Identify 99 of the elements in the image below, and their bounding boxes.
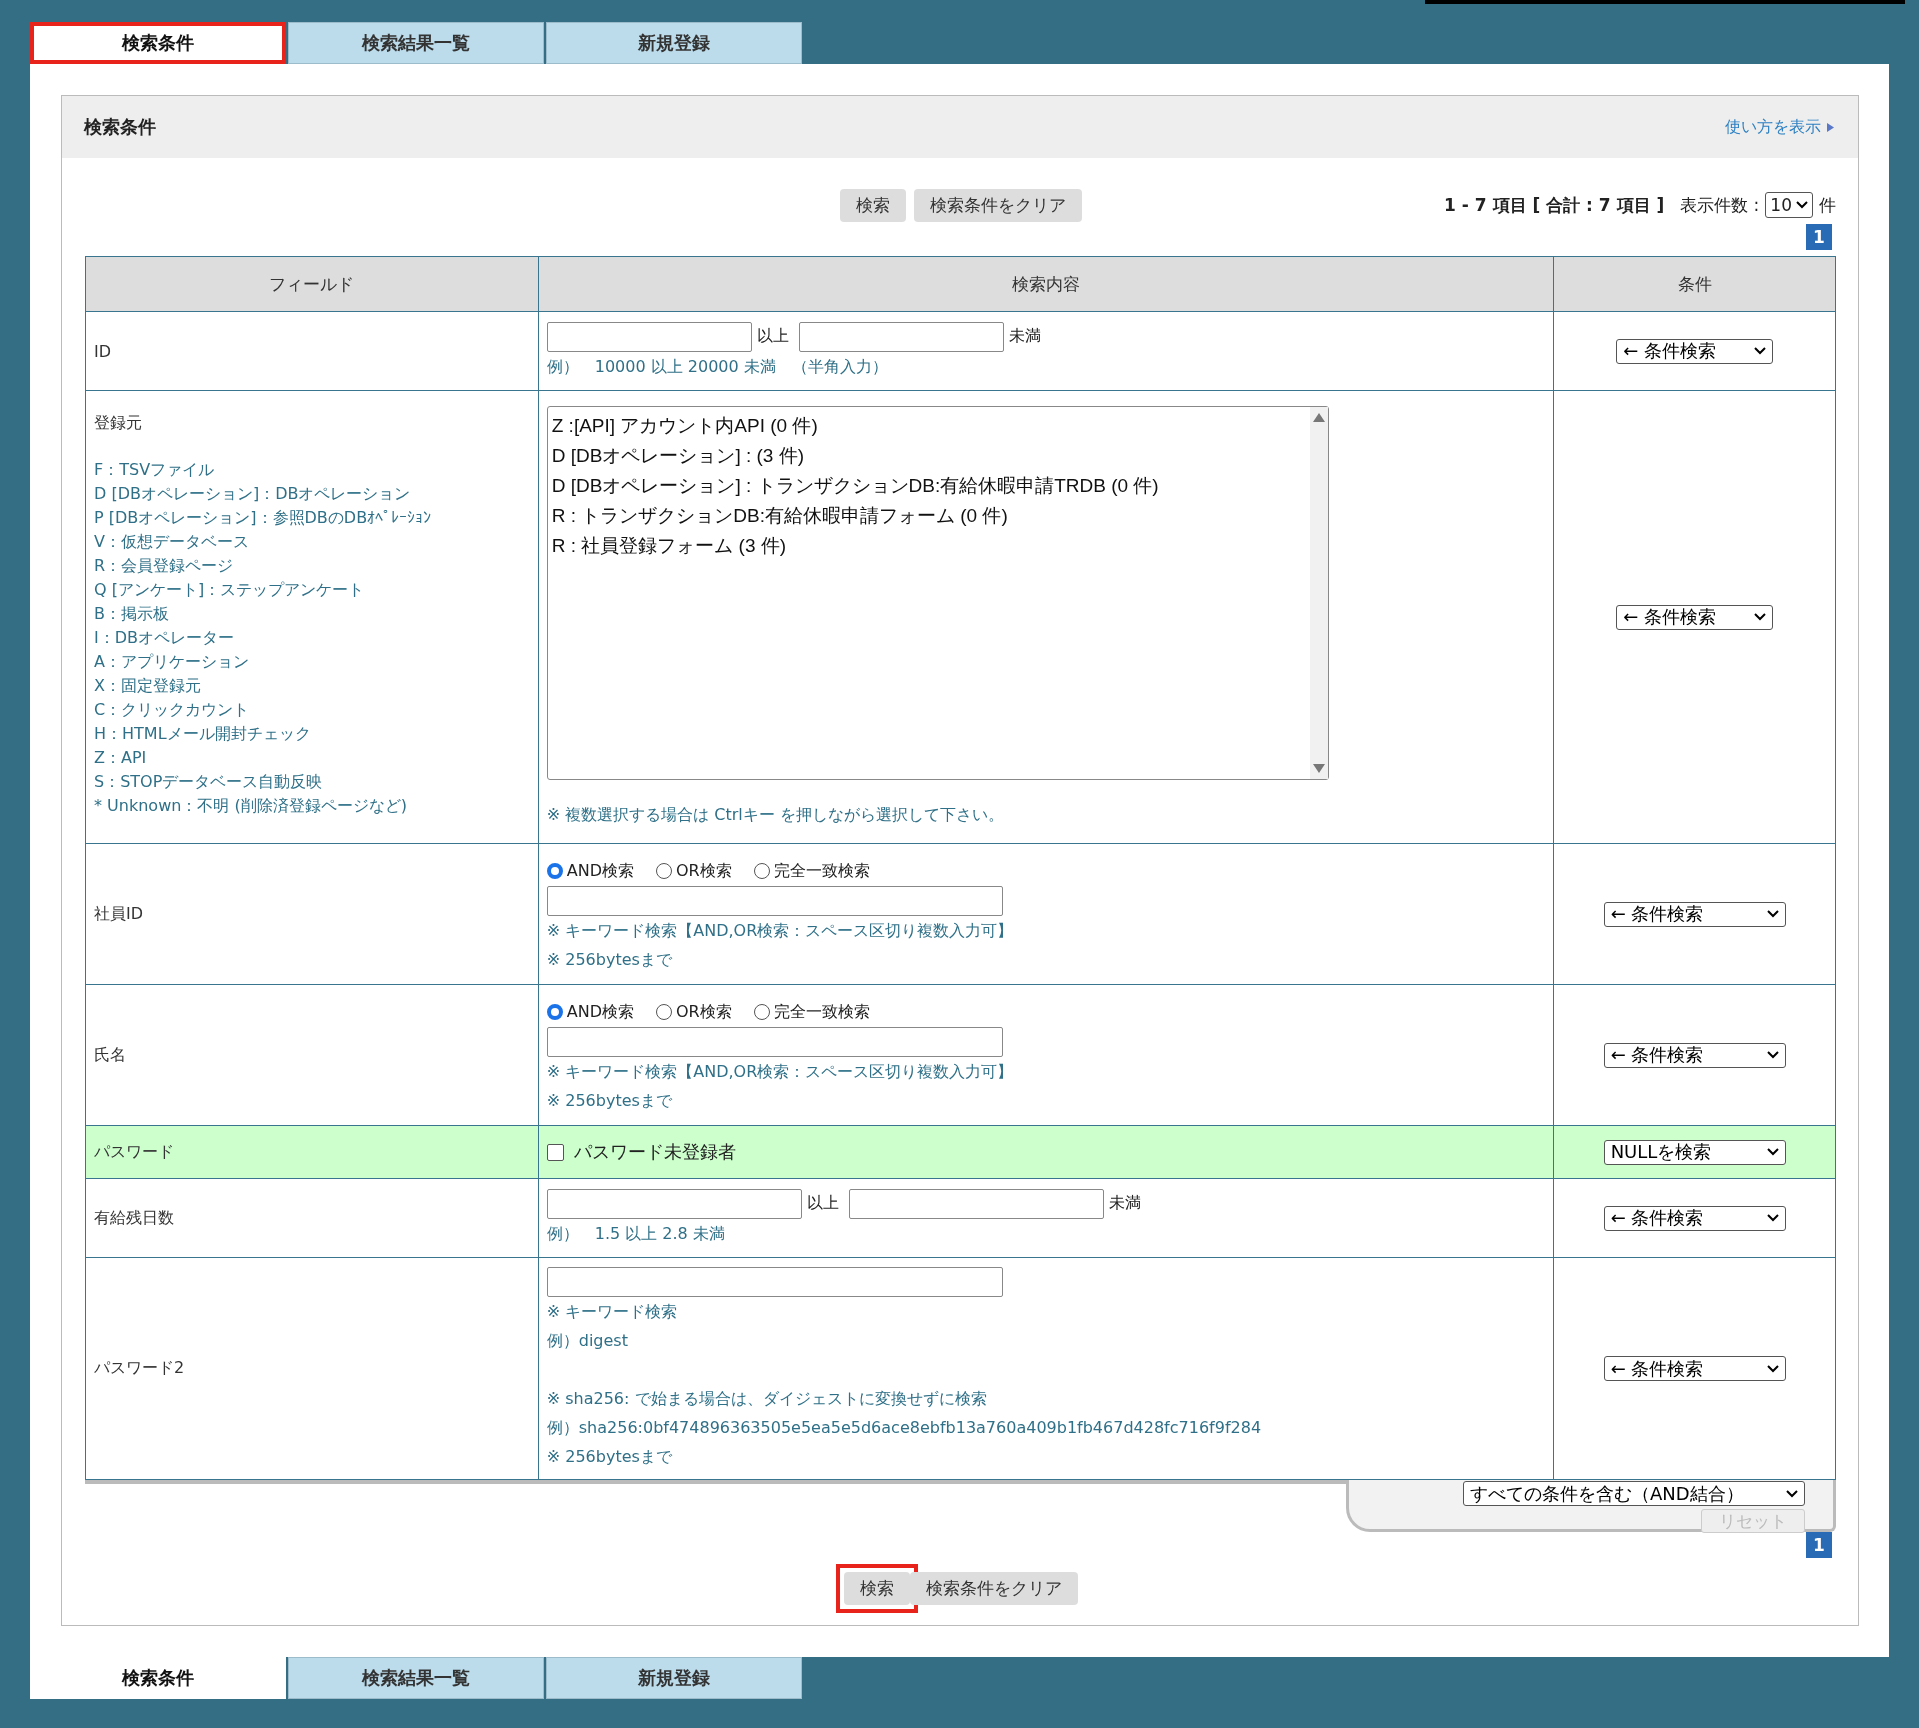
chevron-icon (1766, 1148, 1779, 1156)
radio-option[interactable]: 完全一致検索 (753, 860, 870, 882)
field-label: ID (94, 341, 113, 361)
chevron-icon (1796, 201, 1808, 209)
to-field[interactable] (798, 321, 1004, 352)
note-text: ※ 256bytesまで (546, 1445, 673, 1468)
form-button[interactable]: 検索 (839, 188, 906, 222)
listbox-option[interactable]: R : トランザクションDB:有給休暇申請フォーム (0 件) (551, 500, 1306, 531)
tab[interactable]: 新規登録 (546, 22, 802, 64)
note-text: ※ 256bytesまで (546, 948, 673, 971)
to-field[interactable] (848, 1188, 1104, 1219)
condition-select[interactable]: NULLを検索 (1603, 1139, 1786, 1165)
triangle-icon (1827, 122, 1834, 132)
chevron-icon (1754, 613, 1767, 621)
tab[interactable]: 検索結果一覧 (288, 1657, 544, 1699)
form-button[interactable]: 検索 (843, 1572, 910, 1605)
radio-option[interactable]: AND検索 (546, 1001, 634, 1023)
note-text: ※ 256bytesまで (546, 1089, 673, 1112)
hint-text: 例） 10000 以上 20000 未満 （半角入力） (546, 355, 889, 378)
chevron-icon (1766, 910, 1779, 918)
radio-option[interactable]: OR検索 (655, 860, 732, 882)
legend-item: H：HTMLメール開封チェック (94, 723, 312, 745)
tab[interactable]: 検索条件 (30, 22, 286, 64)
chevron-icon (1766, 1051, 1779, 1059)
combine-select[interactable]: すべての条件を含む（AND結合） (1463, 1481, 1805, 1506)
chevron-icon (1766, 1214, 1779, 1222)
legend-item: S：STOPデータベース自動反映 (94, 771, 324, 793)
tab[interactable]: 新規登録 (546, 1657, 802, 1699)
keyword-field[interactable] (546, 1026, 1003, 1057)
legend-item: B：掲示板 (94, 603, 170, 625)
result-summary: 1 - 7 項目 [ 合計 : 7 項目 ] (1444, 193, 1665, 217)
from-field[interactable] (546, 1188, 802, 1219)
to-suffix: 未満 (1108, 1193, 1141, 1214)
legend-item: * Unknown：不明 (削除済登録ページなど) (94, 795, 408, 817)
help-link[interactable]: 使い方を表示 (1725, 116, 1821, 138)
condition-select[interactable]: ← 条件検索 (1603, 1356, 1786, 1381)
legend-item: Q [アンケート]：ステップアンケート (94, 579, 366, 601)
scrollbar[interactable] (1309, 406, 1328, 779)
form-button[interactable]: 検索条件をクリア (913, 188, 1082, 222)
keyword-field[interactable] (546, 1266, 1003, 1297)
note-text: ※ 複数選択する場合は Ctrlキー を押しながら選択して下さい。 (546, 803, 1005, 826)
listbox-option[interactable]: D [DBオペレーション] : (3 件) (551, 440, 1306, 471)
per-page-label: 表示件数 : (1680, 193, 1760, 217)
condition-select[interactable]: ← 条件検索 (1603, 1205, 1786, 1231)
legend-item: I：DBオペレーター (94, 627, 235, 649)
listbox-option[interactable]: Z :[API] アカウント内API (0 件) (551, 410, 1306, 441)
legend-item: R：会員登録ページ (94, 555, 235, 577)
legend-item: V：仮想データベース (94, 531, 250, 553)
condition-select[interactable]: ← 条件検索 (1616, 338, 1774, 364)
arrow-down-icon[interactable] (1312, 763, 1325, 773)
hint-text: 例） 1.5 以上 2.8 未満 (546, 1222, 726, 1245)
to-suffix: 未満 (1008, 326, 1041, 347)
panel-title: 検索条件 (84, 115, 156, 139)
legend-item: A：アプリケーション (94, 651, 250, 673)
legend-item: F：TSVファイル (94, 459, 216, 481)
field-label: 登録元 (94, 413, 143, 434)
from-suffix: 以上 (806, 1193, 839, 1214)
chevron-icon (1754, 347, 1767, 355)
legend-item: C：クリックカウント (94, 699, 251, 721)
chevron-icon (1786, 1489, 1798, 1498)
note-text: ※ キーワード検索【AND,OR検索：スペース区切り複数入力可】 (546, 1060, 1015, 1083)
note-text: ※ sha256: で始まる場合は、ダイジェストに変換せずに検索 (546, 1387, 988, 1410)
legend-item: P [DBオペレーション]：参照DBのDBｵﾍﾟﾚｰｼｮﾝ (94, 507, 433, 529)
field-label: パスワード2 (94, 1358, 186, 1379)
radio-option[interactable]: AND検索 (546, 860, 634, 882)
tab[interactable]: 検索条件 (30, 1657, 286, 1699)
note-text: ※ キーワード検索 (546, 1300, 679, 1323)
page-number[interactable]: 1 (1806, 1532, 1832, 1558)
keyword-field[interactable] (546, 885, 1003, 916)
per-page-unit: 件 (1819, 193, 1836, 217)
per-page-select[interactable]: 10 (1765, 192, 1813, 218)
from-suffix: 以上 (756, 326, 789, 347)
condition-select[interactable]: ← 条件検索 (1603, 901, 1786, 927)
note-text: 例）sha256:0bf474896363505e5ea5e5d6ace8ebfb13a760a409b1fb467d428fc716f9f284 (546, 1416, 1263, 1439)
legend-item: D [DBオペレーション]：DBオペレーション (94, 483, 412, 505)
radio-option[interactable]: OR検索 (655, 1001, 732, 1023)
from-field[interactable] (546, 321, 752, 352)
field-label: 氏名 (94, 1044, 127, 1066)
radio-option[interactable]: 完全一致検索 (753, 1001, 870, 1023)
field-label: 有給残日数 (94, 1207, 175, 1229)
source-listbox[interactable]: Z :[API] アカウント内API (0 件) D [DBオペレーション] : (3 件) D [DBオペレーション] : トランザクションDB:有給休暇申請TRDB (0 件) R : トランザクションDB:有給休暇申請フォーム (0 件) R : 社員登録フォーム (3 件) (546, 405, 1329, 780)
note-text: ※ キーワード検索【AND,OR検索：スペース区切り複数入力可】 (546, 919, 1015, 942)
listbox-option[interactable]: D [DBオペレーション] : トランザクションDB:有給休暇申請TRDB (0 件) (551, 470, 1306, 501)
form-button[interactable]: 検索条件をクリア (909, 1572, 1078, 1605)
arrow-up-icon[interactable] (1312, 412, 1325, 422)
legend-item: Z：API (94, 747, 148, 769)
condition-select[interactable]: ← 条件検索 (1603, 1042, 1786, 1068)
field-label: パスワード (94, 1141, 175, 1163)
column-header: 条件 (1677, 273, 1712, 294)
tab[interactable]: 検索結果一覧 (288, 22, 544, 64)
condition-select[interactable]: ← 条件検索 (1616, 604, 1774, 630)
note-text: 例）digest (546, 1329, 629, 1352)
column-header: フィールド (269, 273, 355, 294)
listbox-option[interactable]: R : 社員登録フォーム (3 件) (551, 530, 1306, 561)
legend-item: X：固定登録元 (94, 675, 202, 697)
field-label: 社員ID (94, 903, 145, 925)
column-header: 検索内容 (1012, 273, 1080, 294)
page-number[interactable]: 1 (1806, 224, 1832, 250)
chevron-icon (1766, 1364, 1779, 1373)
